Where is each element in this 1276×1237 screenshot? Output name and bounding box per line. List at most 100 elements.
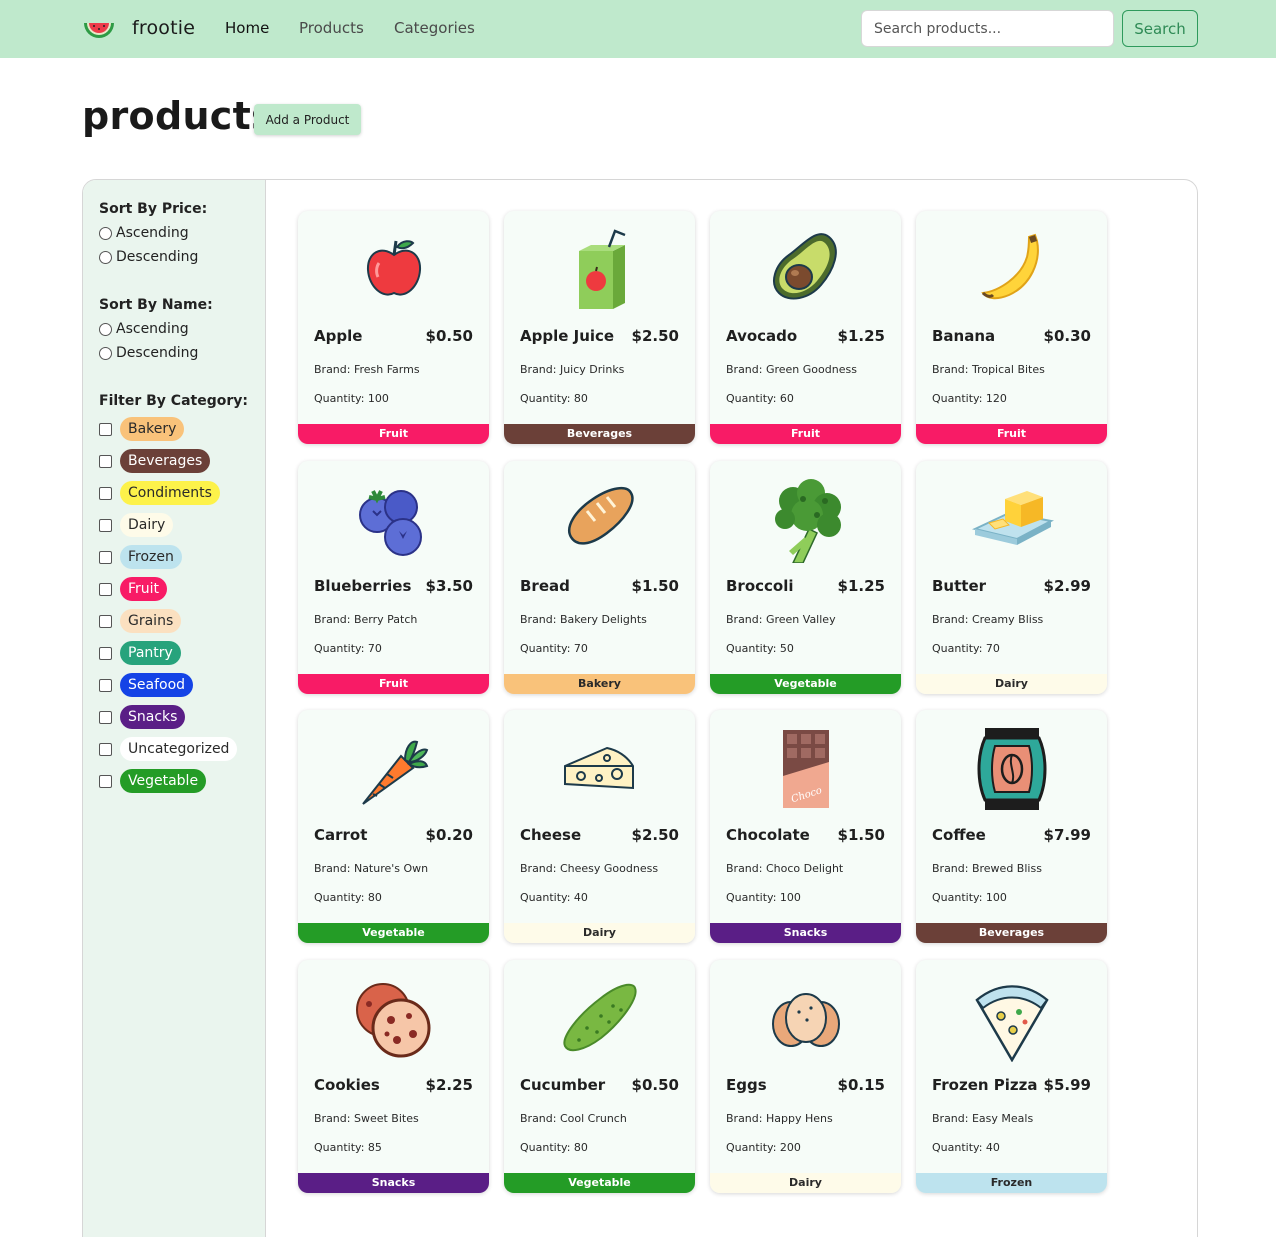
- product-price: $2.50: [631, 826, 679, 844]
- product-card[interactable]: Frozen Pizza $5.99 Brand: Easy Meals Quanti…: [916, 959, 1107, 1193]
- product-quantity: Quantity: 70: [932, 641, 1000, 655]
- product-brand: Brand: Happy Hens: [726, 1111, 833, 1125]
- product-card[interactable]: Eggs $0.15 Brand: Happy Hens Quantity: 200 D…: [710, 959, 901, 1193]
- radio-label: Descending: [116, 345, 199, 361]
- category-pill: Grains: [120, 609, 182, 633]
- search-input[interactable]: [861, 10, 1114, 47]
- product-quantity: Quantity: 40: [520, 891, 588, 904]
- sort-name-descending[interactable]: Descending: [99, 343, 198, 363]
- product-price: $1.25: [837, 576, 885, 595]
- radio-button[interactable]: [99, 322, 112, 336]
- juice-box-icon: [557, 227, 643, 313]
- product-price: $2.25: [425, 1075, 473, 1094]
- product-brand: Brand: Juicy Drinks: [520, 363, 625, 376]
- checkbox[interactable]: [99, 710, 112, 724]
- product-card[interactable]: Coffee $7.99 Brand: Brewed Bliss Quantity: …: [916, 710, 1107, 943]
- product-card[interactable]: Blueberries $3.50 Brand: Berry Patch Quanti…: [298, 460, 489, 694]
- product-quantity: Quantity: 100: [726, 891, 801, 904]
- product-card[interactable]: Choco Chocolate $1.50 Brand: Choco Delight Q…: [710, 710, 901, 943]
- category-pill: Pantry: [120, 641, 181, 665]
- product-brand: Brand: Fresh Farms: [314, 363, 420, 376]
- category-filter-beverages[interactable]: Beverages: [99, 448, 211, 474]
- category-badge: Vegetable: [504, 1172, 695, 1193]
- product-name: Bread: [520, 576, 570, 595]
- brand[interactable]: frootie: [82, 13, 195, 43]
- carrot-icon: [351, 726, 437, 812]
- banana-icon: [969, 227, 1055, 313]
- product-card[interactable]: Banana $0.30 Brand: Tropical Bites Quantity…: [916, 211, 1107, 444]
- checkbox[interactable]: [99, 774, 112, 788]
- product-price: $3.50: [425, 576, 473, 595]
- product-card[interactable]: Butter $2.99 Brand: Creamy Bliss Quantity: …: [916, 460, 1107, 694]
- sort-price-heading: Sort By Price:: [99, 201, 208, 217]
- category-badge: Dairy: [710, 1172, 901, 1193]
- product-brand: Brand: Sweet Bites: [314, 1111, 419, 1125]
- nav-link-categories[interactable]: Categories: [394, 19, 475, 37]
- product-card[interactable]: Apple Juice $2.50 Brand: Juicy Drinks Quant…: [504, 211, 695, 444]
- add-product-button[interactable]: Add a Product: [254, 104, 361, 135]
- product-card[interactable]: Apple $0.50 Brand: Fresh Farms Quantity: 10…: [298, 211, 489, 444]
- checkbox[interactable]: [99, 518, 112, 532]
- product-card[interactable]: Broccoli $1.25 Brand: Green Valley Quantity…: [710, 460, 901, 694]
- radio-button[interactable]: [99, 346, 112, 360]
- category-filter-vegetable[interactable]: Vegetable: [99, 768, 207, 794]
- product-price: $1.50: [837, 826, 885, 844]
- nav-link-home[interactable]: Home: [225, 19, 269, 37]
- product-brand: Brand: Green Valley: [726, 612, 836, 626]
- product-quantity: Quantity: 70: [314, 641, 382, 655]
- radio-button[interactable]: [99, 250, 112, 264]
- nav-link-products[interactable]: Products: [299, 19, 364, 37]
- category-filter-snacks[interactable]: Snacks: [99, 704, 186, 730]
- product-price: $2.99: [1043, 576, 1091, 595]
- checkbox[interactable]: [99, 454, 112, 468]
- checkbox[interactable]: [99, 678, 112, 692]
- checkbox[interactable]: [99, 742, 112, 756]
- category-filter-pantry[interactable]: Pantry: [99, 640, 181, 666]
- filter-category-heading: Filter By Category:: [99, 393, 248, 409]
- sort-name-ascending[interactable]: Ascending: [99, 319, 189, 339]
- category-filter-fruit[interactable]: Fruit: [99, 576, 168, 602]
- category-filter-seafood[interactable]: Seafood: [99, 672, 194, 698]
- checkbox[interactable]: [99, 422, 112, 436]
- category-filter-bakery[interactable]: Bakery: [99, 416, 185, 442]
- category-badge: Fruit: [710, 424, 901, 444]
- category-filter-dairy[interactable]: Dairy: [99, 512, 174, 538]
- checkbox[interactable]: [99, 550, 112, 564]
- category-pill: Frozen: [120, 545, 182, 569]
- checkbox[interactable]: [99, 646, 112, 660]
- category-filter-frozen[interactable]: Frozen: [99, 544, 182, 570]
- avocado-icon: [763, 227, 849, 313]
- checkbox[interactable]: [99, 486, 112, 500]
- category-filter-grains[interactable]: Grains: [99, 608, 182, 634]
- product-card[interactable]: Avocado $1.25 Brand: Green Goodness Quantit…: [710, 211, 901, 444]
- sort-price-descending[interactable]: Descending: [99, 247, 198, 267]
- radio-label: Descending: [116, 249, 199, 265]
- product-price: $0.50: [631, 1075, 679, 1094]
- product-quantity: Quantity: 120: [932, 392, 1007, 405]
- product-quantity: Quantity: 100: [932, 891, 1007, 904]
- product-name: Avocado: [726, 327, 798, 345]
- search-button[interactable]: Search: [1122, 10, 1198, 47]
- product-card[interactable]: Bread $1.50 Brand: Bakery Delights Quantity…: [504, 460, 695, 694]
- category-pill: Seafood: [120, 673, 194, 697]
- chocolate-icon: Choco: [763, 726, 849, 812]
- product-card[interactable]: Carrot $0.20 Brand: Nature's Own Quantity: …: [298, 710, 489, 943]
- product-name: Frozen Pizza: [932, 1075, 1038, 1094]
- checkbox[interactable]: [99, 582, 112, 596]
- product-quantity: Quantity: 80: [520, 392, 588, 405]
- product-quantity: Quantity: 80: [520, 1140, 588, 1154]
- product-card[interactable]: Cheese $2.50 Brand: Cheesy Goodness Quantit…: [504, 710, 695, 943]
- product-brand: Brand: Brewed Bliss: [932, 862, 1042, 875]
- product-quantity: Quantity: 100: [314, 392, 389, 405]
- checkbox[interactable]: [99, 614, 112, 628]
- radio-button[interactable]: [99, 226, 112, 240]
- sort-price-ascending[interactable]: Ascending: [99, 223, 189, 243]
- category-pill: Snacks: [120, 705, 186, 729]
- product-card[interactable]: Cookies $2.25 Brand: Sweet Bites Quantity: …: [298, 959, 489, 1193]
- category-filter-uncategorized[interactable]: Uncategorized: [99, 736, 238, 762]
- product-name: Cheese: [520, 826, 582, 844]
- coffee-bag-icon: [969, 726, 1055, 812]
- category-filter-condiments[interactable]: Condiments: [99, 480, 220, 506]
- product-brand: Brand: Choco Delight: [726, 862, 844, 875]
- product-card[interactable]: Cucumber $0.50 Brand: Cool Crunch Quantity:…: [504, 959, 695, 1193]
